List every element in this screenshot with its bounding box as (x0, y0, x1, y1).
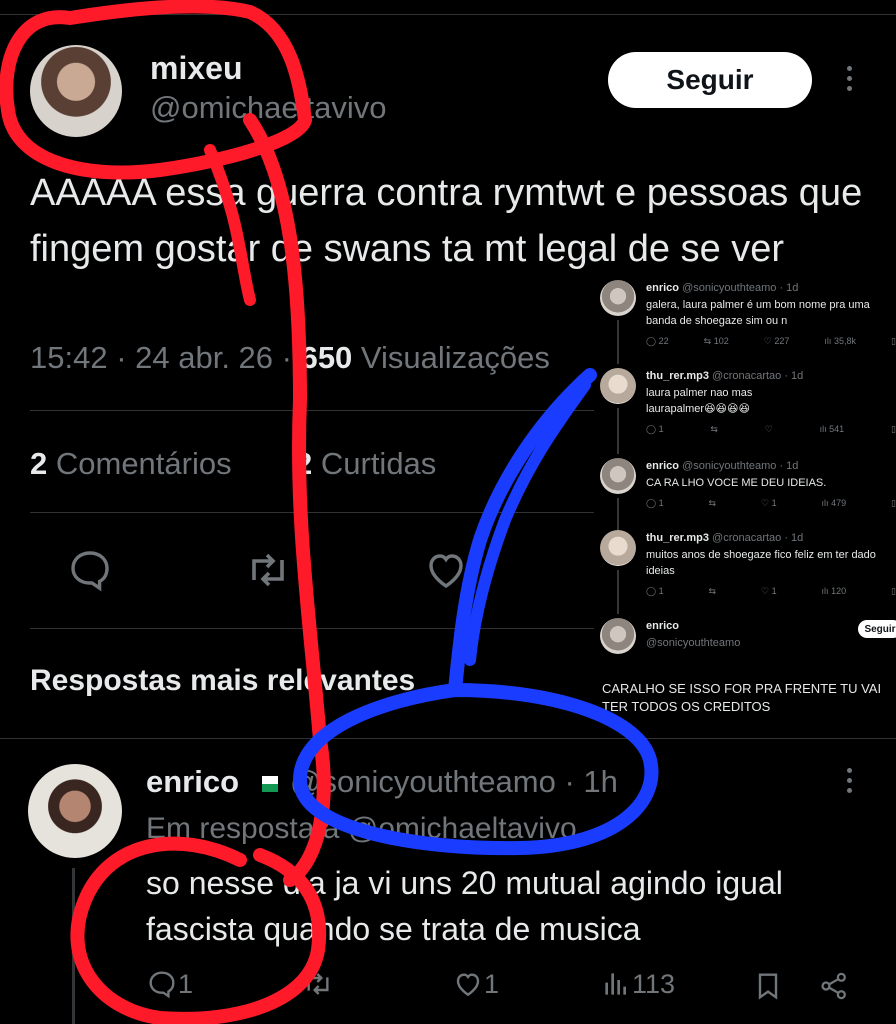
author-avatar[interactable] (30, 45, 122, 137)
embedded-post: enrico @sonicyouthteamo · 1d CA RA LHO V… (600, 458, 896, 532)
embedded-thread-line (617, 570, 619, 614)
embedded-avatar (600, 618, 636, 654)
like-icon (456, 973, 480, 997)
bookmark-icon[interactable] (752, 970, 784, 1002)
embedded-post: thu_rer.mp3 @cronacartao · 1d laura palm… (600, 368, 896, 454)
retweet-icon (307, 973, 329, 995)
embedded-meta: @cronacartao · 1d (712, 532, 804, 544)
embedded-meta: @sonicyouthteamo · 1d (682, 460, 799, 472)
embedded-likes: ♡ 1 (761, 586, 777, 596)
reply-more-icon[interactable] (842, 768, 856, 798)
embedded-thread-line (617, 320, 619, 364)
embedded-name: thu_rer.mp3 (646, 532, 709, 544)
reply-like-action[interactable]: 1 (452, 968, 499, 1000)
like-icon[interactable] (422, 546, 470, 594)
views-count: 650 (300, 340, 353, 375)
embedded-replies: ◯ 1 (646, 498, 664, 508)
author-handle[interactable]: @omichaeltavivo (150, 90, 387, 126)
reply-handle[interactable]: @sonicyouthteamo · 1h (290, 764, 618, 800)
post-meta: 15:42 · 24 abr. 26 · 650 Visualizações (30, 340, 550, 376)
embedded-last-post: enrico @sonicyouthteamo Seguir (600, 618, 896, 662)
embedded-name: enrico (646, 460, 680, 472)
embedded-likes: ♡ 227 (763, 336, 790, 346)
embedded-retweets: ⇆ 102 (703, 336, 729, 346)
embedded-retweets: ⇆ (708, 586, 717, 596)
embedded-name: thu_rer.mp3 (646, 370, 709, 382)
embedded-bookmark-icon: ▯ (891, 424, 896, 434)
embedded-likes: ♡ 1 (761, 498, 777, 508)
top-divider (0, 14, 896, 15)
views-icon (605, 973, 626, 995)
embedded-screenshot: enrico @sonicyouthteamo · 1d galera, lau… (594, 268, 896, 728)
reply-views-action[interactable]: 113 (600, 968, 675, 1000)
reply-count: 1 (178, 968, 194, 999)
like-count: 1 (484, 968, 500, 999)
embedded-meta: @cronacartao · 1d (712, 370, 804, 382)
thread-line (72, 868, 75, 1024)
embedded-text: galera, laura palmer é um bom nome pra u… (646, 299, 870, 327)
view-count: 113 (632, 968, 676, 999)
embedded-views: ılı 35,8k (824, 336, 856, 346)
embedded-replies: ◯ 1 (646, 586, 664, 596)
embedded-views: ılı 479 (821, 498, 847, 508)
embedded-views: ılı 120 (821, 586, 847, 596)
embedded-handle: @sonicyouthteamo (646, 637, 741, 649)
comments-stat[interactable]: 2 Comentários (30, 446, 232, 482)
section-title: Respostas mais relevantes (30, 664, 416, 697)
likes-label: Curtidas (312, 446, 437, 481)
share-icon[interactable] (818, 970, 850, 1002)
embedded-retweets: ⇆ (710, 424, 718, 434)
embedded-post: enrico @sonicyouthteamo · 1d galera, lau… (600, 280, 896, 364)
author-display-name[interactable]: mixeu (150, 50, 242, 87)
embedded-views: ılı 541 (819, 424, 845, 434)
embedded-avatar (600, 458, 636, 494)
reply-icon (149, 971, 175, 999)
retweet-icon[interactable] (244, 546, 292, 594)
embedded-thread-line (617, 498, 619, 532)
more-options-icon[interactable] (842, 66, 856, 96)
embedded-bookmark-icon: ▯ (891, 336, 896, 346)
embedded-avatar (600, 530, 636, 566)
embedded-likes: ♡ (764, 424, 773, 434)
embedded-text: muitos anos de shoegaze fico feliz em te… (646, 549, 876, 577)
embedded-replies: ◯ 22 (646, 336, 669, 346)
section-divider (0, 738, 896, 739)
embedded-name: enrico (646, 282, 680, 294)
likes-stat[interactable]: 2 Curtidas (295, 446, 436, 482)
flag-icon (262, 768, 278, 792)
reply-retweet-action[interactable] (302, 968, 334, 1000)
embedded-post: thu_rer.mp3 @cronacartao · 1d muitos ano… (600, 530, 896, 614)
embedded-text: laura palmer nao mas laurapalmer😆😆😆😆 (646, 387, 753, 415)
reply-avatar[interactable] (28, 764, 122, 858)
reply-text: so nesse dia ja vi uns 20 mutual agindo … (146, 865, 783, 947)
reply-display-name[interactable]: enrico (146, 764, 239, 800)
embedded-replies: ◯ 1 (646, 424, 664, 434)
likes-count: 2 (295, 446, 313, 481)
reply-reply-action[interactable]: 1 (146, 968, 193, 1000)
comments-count: 2 (30, 446, 48, 481)
comments-label: Comentários (47, 446, 232, 481)
embedded-bookmark-icon: ▯ (891, 498, 896, 508)
embedded-avatar (600, 280, 636, 316)
embedded-text: CA RA LHO VOCE ME DEU IDEIAS. (646, 477, 827, 489)
post-time: 15:42 · 24 abr. 26 · (30, 340, 301, 375)
reply-icon[interactable] (66, 546, 114, 594)
embedded-follow-button: Seguir (858, 620, 896, 638)
embedded-meta: @sonicyouthteamo · 1d (682, 282, 799, 294)
embedded-name: enrico (646, 620, 680, 632)
embedded-retweets: ⇆ (708, 498, 717, 508)
follow-button[interactable]: Seguir (608, 52, 812, 108)
replying-to[interactable]: Em resposta a @omichaeltavivo (146, 812, 577, 846)
embedded-avatar (600, 368, 636, 404)
embedded-last-text: CARALHO SE ISSO FOR PRA FRENTE TU VAI TE… (602, 681, 882, 714)
post-text: AAAAA essa guerra contra rymtwt e pessoa… (30, 172, 863, 270)
embedded-thread-line (617, 408, 619, 454)
embedded-bookmark-icon: ▯ (891, 586, 896, 596)
views-label: Visualizações (352, 340, 550, 375)
